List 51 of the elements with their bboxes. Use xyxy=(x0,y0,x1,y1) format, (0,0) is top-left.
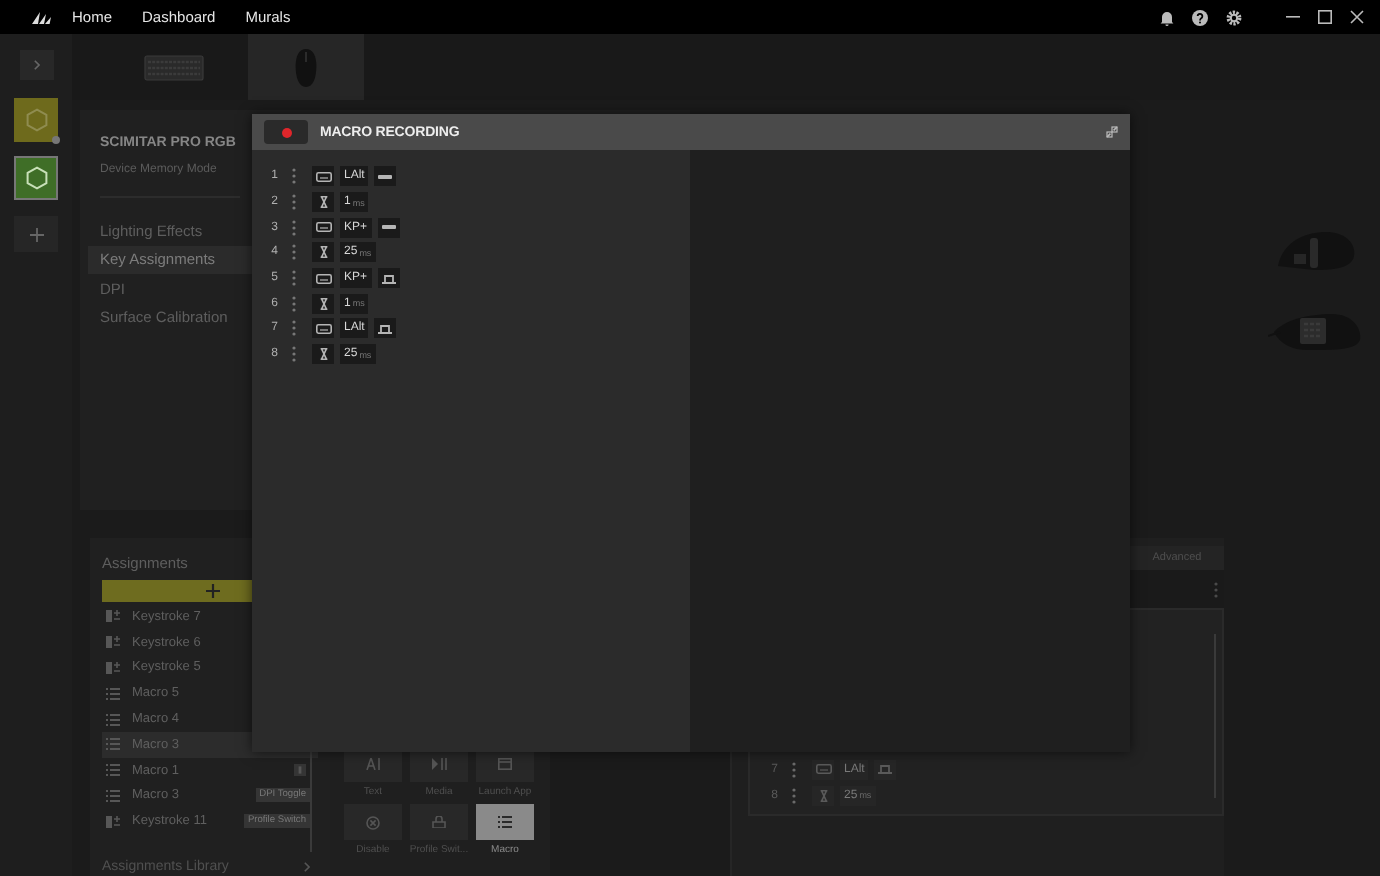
hourglass-icon xyxy=(319,196,327,209)
keystroke-icon xyxy=(106,636,120,649)
keyboard-icon xyxy=(315,222,331,233)
keyboard-icon xyxy=(315,171,331,182)
keystroke-icon xyxy=(106,661,120,674)
hourglass-icon xyxy=(319,297,327,310)
keyboard-icon xyxy=(815,764,831,775)
maximize-icon[interactable] xyxy=(1318,10,1332,24)
chevron-right-icon xyxy=(33,60,39,70)
text-icon xyxy=(365,758,381,770)
sails-logo-icon[interactable] xyxy=(30,9,52,25)
expand-button[interactable] xyxy=(19,50,53,80)
keystroke-icon xyxy=(106,815,120,828)
cancel-icon xyxy=(366,815,380,829)
mouse-drawing xyxy=(1274,228,1358,272)
profile-switch-icon xyxy=(432,816,446,828)
hexagon-icon xyxy=(25,108,47,132)
keyboard-icon xyxy=(315,273,331,284)
play-pause-icon xyxy=(431,758,447,770)
keyboard-icon xyxy=(144,53,204,81)
plus-icon xyxy=(29,227,43,241)
profile-tile[interactable] xyxy=(14,156,58,200)
list-icon xyxy=(498,816,512,828)
list-icon xyxy=(106,713,120,726)
collapse-icon[interactable] xyxy=(1106,126,1118,138)
hourglass-icon xyxy=(319,246,327,259)
profile-tile[interactable] xyxy=(14,98,58,142)
help-icon[interactable] xyxy=(1192,9,1208,25)
list-icon xyxy=(106,687,120,700)
add-profile-button[interactable] xyxy=(14,216,58,252)
close-icon[interactable] xyxy=(1350,10,1364,24)
minimize-icon[interactable] xyxy=(1286,16,1300,18)
mouse-drawing xyxy=(1268,312,1364,352)
settings-icon[interactable] xyxy=(1226,9,1242,25)
type-tile[interactable] xyxy=(476,804,534,840)
plus-icon xyxy=(205,584,219,598)
type-tile[interactable] xyxy=(410,804,468,840)
keyboard-icon xyxy=(315,323,331,334)
type-tile[interactable] xyxy=(344,804,402,840)
record-button[interactable] xyxy=(264,120,308,144)
mouse-icon xyxy=(294,47,318,87)
hourglass-icon xyxy=(319,348,327,361)
window-icon xyxy=(498,758,512,770)
chevron-right-icon[interactable] xyxy=(304,862,310,873)
list-icon xyxy=(106,789,120,802)
hexagon-icon xyxy=(25,166,47,190)
bell-icon[interactable] xyxy=(1160,9,1174,25)
list-icon xyxy=(106,738,120,751)
list-icon xyxy=(106,764,120,777)
hourglass-icon xyxy=(819,789,827,802)
keystroke-icon xyxy=(106,610,120,623)
